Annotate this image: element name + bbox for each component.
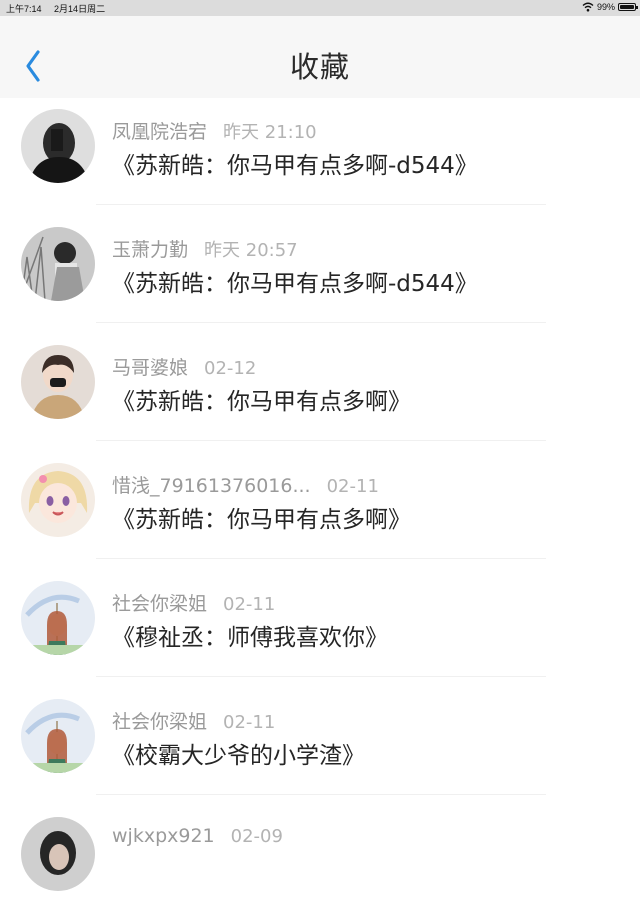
item-meta: 社会你梁姐 02-11 bbox=[112, 589, 275, 616]
item-title: 《苏新皓：你马甲有点多啊》 bbox=[112, 389, 411, 415]
item-meta: 马哥婆娘 02-12 bbox=[112, 353, 256, 380]
item-title: 《穆祉丞：师傅我喜欢你》 bbox=[112, 625, 388, 651]
avatar bbox=[21, 463, 95, 537]
avatar bbox=[21, 345, 95, 419]
list-item[interactable]: 凤凰院浩宕 昨天 21:10 《苏新皓：你马甲有点多啊-d544》 bbox=[0, 98, 640, 216]
status-bar: 上午7:14 2月14日周二 99% bbox=[0, 0, 640, 16]
list-item[interactable]: wjkxpx921 02-09 bbox=[0, 806, 640, 924]
battery-percent: 99% bbox=[596, 2, 615, 12]
list-item[interactable]: 惜浅_79161376016... 02-11 《苏新皓：你马甲有点多啊》 bbox=[0, 452, 640, 570]
divider bbox=[96, 558, 546, 559]
list-item[interactable]: 马哥婆娘 02-12 《苏新皓：你马甲有点多啊》 bbox=[0, 334, 640, 452]
list-item[interactable]: 社会你梁姐 02-11 《校霸大少爷的小学渣》 bbox=[0, 688, 640, 806]
item-title: 《校霸大少爷的小学渣》 bbox=[112, 743, 365, 769]
wifi-icon bbox=[582, 2, 594, 12]
item-username: 社会你梁姐 bbox=[112, 593, 208, 615]
item-title: 《苏新皓：你马甲有点多啊》 bbox=[112, 507, 411, 533]
avatar bbox=[21, 699, 95, 773]
item-meta: 玉萧力勤 昨天 20:57 bbox=[112, 235, 298, 262]
item-title: 《苏新皓：你马甲有点多啊-d544》 bbox=[112, 271, 478, 297]
item-time: 02-11 bbox=[326, 476, 379, 497]
item-username: 社会你梁姐 bbox=[112, 711, 208, 733]
avatar bbox=[21, 109, 95, 183]
divider bbox=[96, 440, 546, 441]
status-time: 上午7:14 bbox=[6, 4, 42, 14]
item-username: 惜浅_79161376016... bbox=[112, 475, 311, 497]
item-time: 02-11 bbox=[223, 594, 276, 615]
avatar bbox=[21, 227, 95, 301]
item-meta: 凤凰院浩宕 昨天 21:10 bbox=[112, 117, 317, 144]
avatar bbox=[21, 581, 95, 655]
list-item[interactable]: 社会你梁姐 02-11 《穆祉丞：师傅我喜欢你》 bbox=[0, 570, 640, 688]
navigation-bar: 收藏 bbox=[0, 16, 640, 98]
item-time: 02-12 bbox=[204, 358, 257, 379]
divider bbox=[96, 676, 546, 677]
page-title: 收藏 bbox=[289, 50, 350, 84]
item-time: 02-11 bbox=[223, 712, 276, 733]
divider bbox=[96, 794, 546, 795]
divider bbox=[96, 204, 546, 205]
item-username: wjkxpx921 bbox=[112, 825, 215, 847]
favorites-list: 凤凰院浩宕 昨天 21:10 《苏新皓：你马甲有点多啊-d544》 玉萧力勤 昨天 … bbox=[0, 98, 640, 891]
item-username: 玉萧力勤 bbox=[112, 239, 189, 261]
item-meta: 惜浅_79161376016... 02-11 bbox=[112, 471, 379, 498]
status-right: 99% bbox=[582, 2, 638, 12]
item-time: 昨天 20:57 bbox=[204, 240, 298, 261]
status-date: 2月14日周二 bbox=[54, 4, 106, 14]
divider bbox=[96, 322, 546, 323]
avatar bbox=[21, 817, 95, 891]
status-left: 上午7:14 2月14日周二 bbox=[6, 2, 115, 15]
item-meta: wjkxpx921 02-09 bbox=[112, 825, 283, 847]
list-item[interactable]: 玉萧力勤 昨天 20:57 《苏新皓：你马甲有点多啊-d544》 bbox=[0, 216, 640, 334]
item-username: 马哥婆娘 bbox=[112, 357, 189, 379]
item-time: 昨天 21:10 bbox=[223, 122, 317, 143]
battery-icon bbox=[618, 3, 638, 11]
item-title: 《苏新皓：你马甲有点多啊-d544》 bbox=[112, 153, 478, 179]
item-username: 凤凰院浩宕 bbox=[112, 121, 208, 143]
item-time: 02-09 bbox=[230, 826, 283, 847]
item-meta: 社会你梁姐 02-11 bbox=[112, 707, 275, 734]
